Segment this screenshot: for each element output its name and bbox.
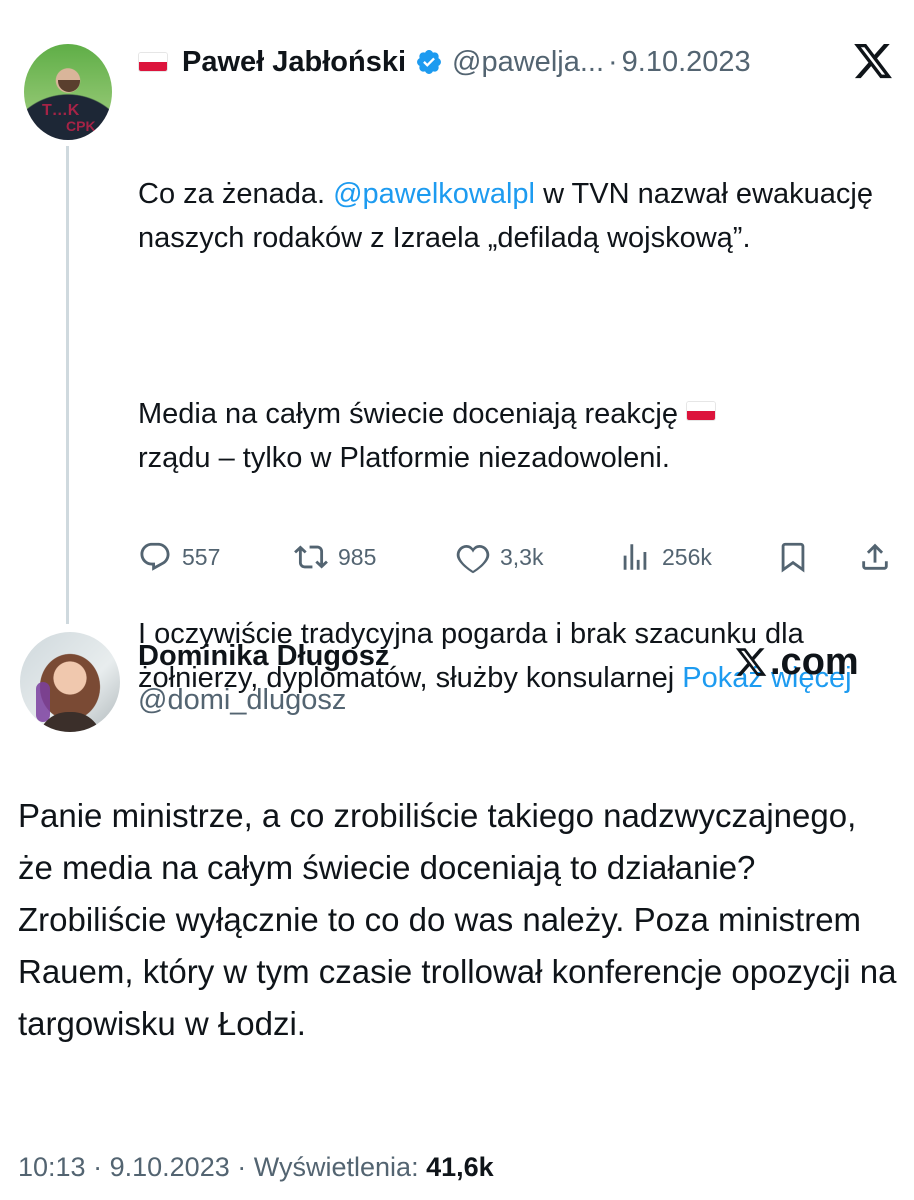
reply-button[interactable]: 557 bbox=[138, 534, 220, 580]
x-logo-icon[interactable] bbox=[852, 40, 894, 82]
share-button[interactable] bbox=[858, 534, 892, 580]
author-name[interactable]: Paweł Jabłoński bbox=[182, 46, 406, 79]
bookmark-icon bbox=[781, 542, 805, 573]
like-count: 3,3k bbox=[500, 543, 544, 570]
tweet-text-segment: rządu – tylko w Platformie niezadowoleni… bbox=[138, 442, 670, 474]
tweet-text-segment: Co za żenada. bbox=[138, 178, 334, 210]
mention-link[interactable]: @pawelkowalpl bbox=[333, 178, 535, 210]
verified-badge-icon bbox=[415, 48, 443, 76]
meta-separator: · bbox=[237, 1152, 247, 1182]
reply-icon bbox=[140, 542, 170, 571]
x-com-watermark: .com bbox=[734, 640, 859, 684]
views-count: 256k bbox=[662, 543, 712, 570]
meta-separator: · bbox=[93, 1152, 103, 1182]
x-logo-icon bbox=[735, 648, 767, 676]
x-com-suffix: .com bbox=[770, 640, 859, 683]
avatar-dominika-dlugosz[interactable] bbox=[20, 632, 120, 732]
reply-author-name[interactable]: Dominika Długosz bbox=[138, 640, 389, 673]
views-label: Wyświetlenia: bbox=[253, 1152, 419, 1182]
avatar-pawel-jablonski[interactable]: T…K CPK bbox=[24, 44, 112, 140]
reply-tweet-meta: 10:13 · 9.10.2023 · Wyświetlenia: 41,6k bbox=[18, 1152, 494, 1183]
repost-icon bbox=[294, 545, 328, 569]
views-count[interactable]: 41,6k bbox=[426, 1152, 494, 1182]
reply-author-handle[interactable]: @domi_dlugosz bbox=[138, 684, 346, 717]
thread-connector-line bbox=[66, 146, 69, 624]
repost-count: 985 bbox=[338, 543, 377, 570]
polish-flag-icon bbox=[138, 52, 168, 72]
author-handle[interactable]: @pawelja... bbox=[452, 46, 604, 79]
tweet-action-bar: 557 985 3,3k 256k bbox=[138, 534, 898, 580]
reply-count: 557 bbox=[182, 543, 221, 570]
views-icon bbox=[623, 544, 647, 570]
polish-flag-icon bbox=[686, 401, 717, 421]
tweet-text-segment: Media na całym świecie doceniają reakcję bbox=[138, 398, 687, 430]
tweet-paragraph: Media na całym świecie doceniają reakcję… bbox=[138, 392, 878, 480]
like-button[interactable]: 3,3k bbox=[456, 534, 543, 580]
meta-separator: · bbox=[608, 45, 618, 78]
reply-tweet-body: Panie ministrze, a co zrobiliście takieg… bbox=[18, 797, 897, 1042]
views-button[interactable]: 256k bbox=[618, 534, 712, 580]
tweet-time[interactable]: 10:13 bbox=[18, 1152, 86, 1182]
avatar-overlay-mark: CPK bbox=[66, 118, 96, 134]
avatar-beard-detail bbox=[58, 80, 80, 92]
bookmark-button[interactable] bbox=[776, 534, 810, 580]
tweet-date[interactable]: 9.10.2023 bbox=[110, 1152, 230, 1182]
repost-button[interactable]: 985 bbox=[294, 534, 376, 580]
avatar-hair-detail bbox=[36, 682, 50, 722]
tweet-date[interactable]: 9.10.2023 bbox=[622, 46, 751, 79]
tweet-paragraph: Co za żenada. @pawelkowalpl w TVN nazwał… bbox=[138, 172, 878, 260]
share-icon bbox=[862, 543, 888, 570]
quoted-tweet-header: Paweł Jabłoński @pawelja... · 9.10.2023 bbox=[138, 42, 751, 82]
like-icon bbox=[456, 544, 490, 574]
